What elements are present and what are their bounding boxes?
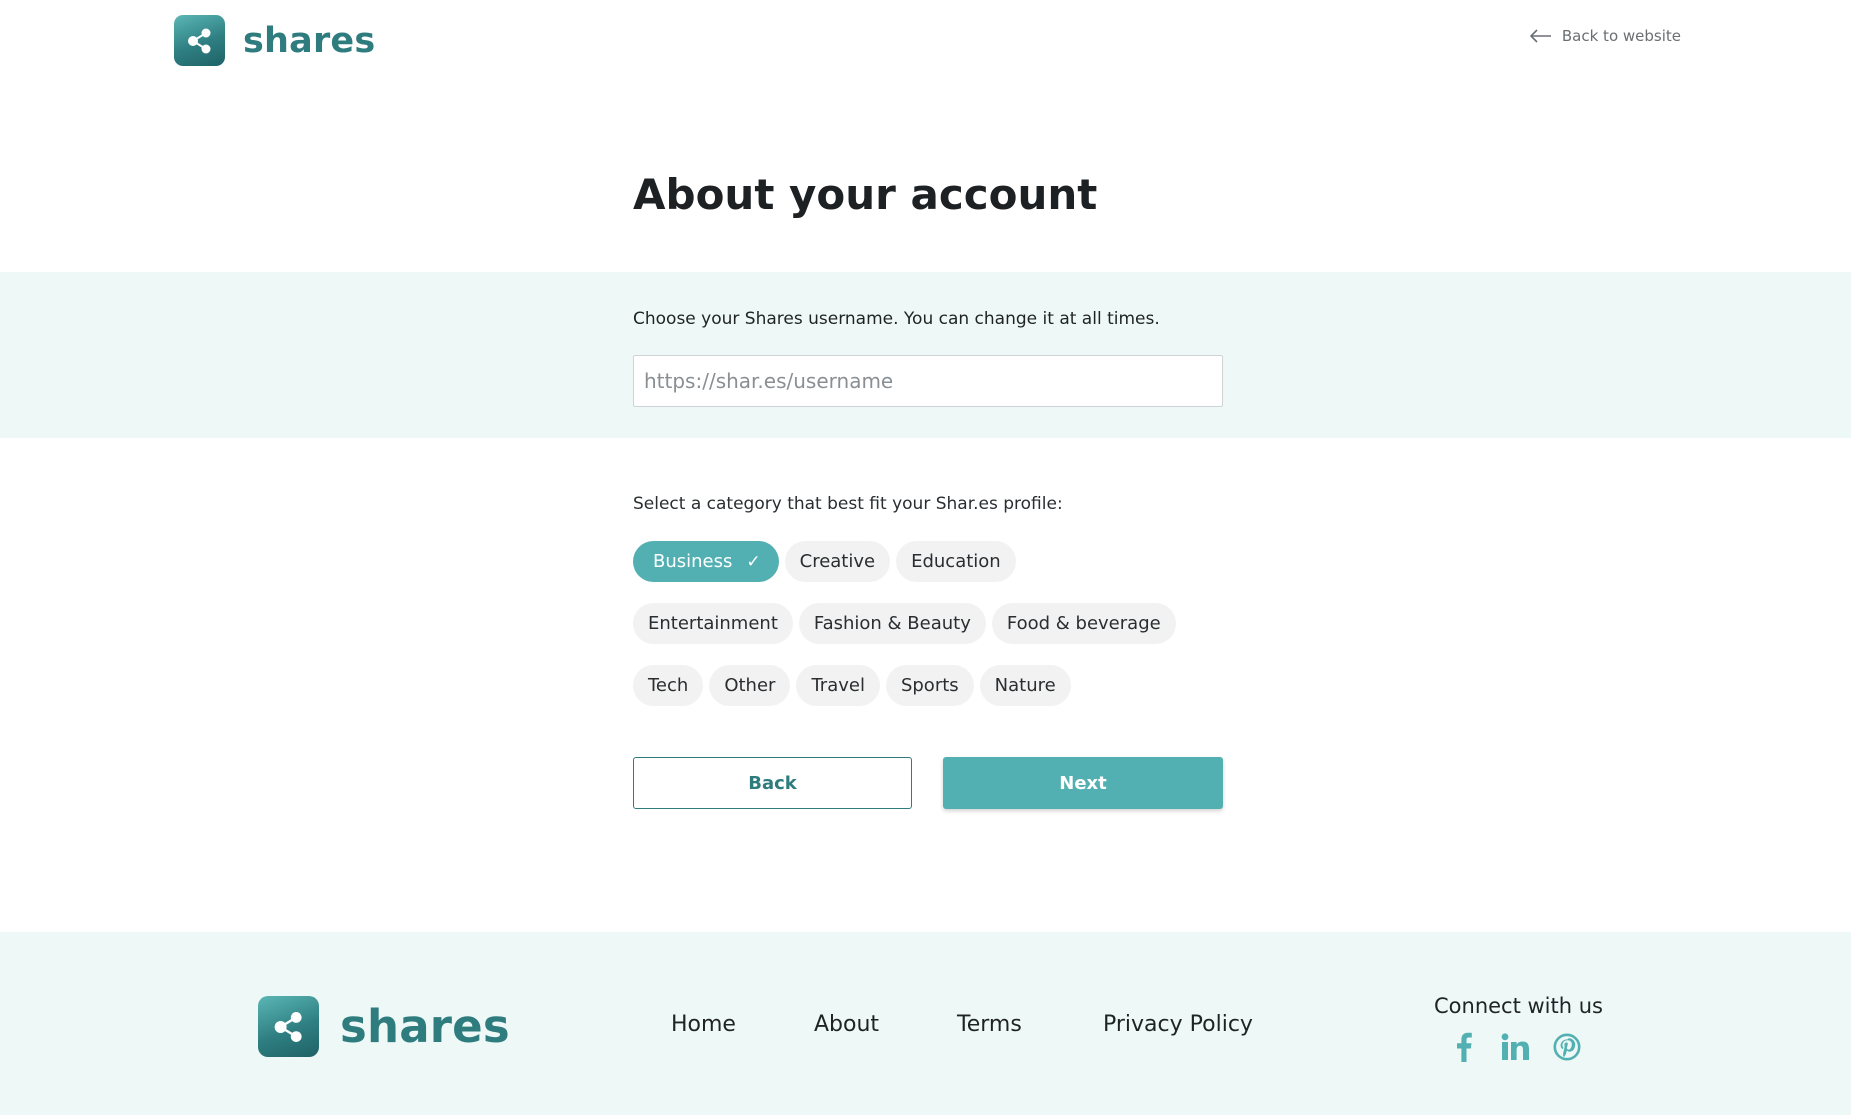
footer-link-home[interactable]: Home (671, 1012, 736, 1037)
category-chips: Business ✓ Creative Education Entertainm… (633, 541, 1233, 727)
chip-label: Creative (799, 551, 876, 572)
next-button[interactable]: Next (943, 757, 1223, 809)
brand-logo[interactable]: shares (174, 15, 375, 66)
share-logo-icon (258, 996, 319, 1057)
chip-label: Business (653, 551, 733, 572)
chip-food-beverage[interactable]: Food & beverage (991, 603, 1176, 644)
category-label: Select a category that best fit your Sha… (633, 494, 1063, 514)
chip-label: Food & beverage (1006, 613, 1161, 634)
checkmark-icon: ✓ (746, 551, 761, 572)
chip-entertainment[interactable]: Entertainment (633, 603, 793, 644)
chip-sports[interactable]: Sports (885, 665, 974, 706)
site-footer: shares Home About Terms Privacy Policy C… (0, 932, 1851, 1115)
username-label: Choose your Shares username. You can cha… (633, 309, 1160, 329)
share-logo-icon (174, 15, 225, 66)
chip-business[interactable]: Business ✓ (633, 541, 779, 582)
footer-link-privacy-policy[interactable]: Privacy Policy (1103, 1012, 1253, 1037)
username-input[interactable] (633, 355, 1223, 407)
chip-label: Entertainment (648, 613, 778, 634)
chip-row: Tech Other Travel Sports Nature (633, 665, 1233, 706)
page-title: About your account (633, 170, 1098, 219)
chip-label: Sports (900, 675, 959, 696)
facebook-icon[interactable] (1449, 1030, 1479, 1064)
chip-label: Fashion & Beauty (813, 613, 971, 634)
chip-creative[interactable]: Creative (784, 541, 891, 582)
back-to-website-link[interactable]: Back to website (1529, 27, 1681, 45)
back-button[interactable]: Back (633, 757, 912, 809)
brand-name: shares (243, 20, 376, 61)
linkedin-icon[interactable] (1500, 1030, 1530, 1064)
pinterest-icon[interactable] (1552, 1030, 1582, 1064)
footer-brand-name: shares (340, 1000, 510, 1053)
chip-label: Travel (811, 675, 865, 696)
chip-label: Tech (648, 675, 689, 696)
chip-tech[interactable]: Tech (633, 665, 704, 706)
arrow-left-icon (1529, 29, 1551, 43)
footer-link-terms[interactable]: Terms (957, 1012, 1022, 1037)
back-to-website-label: Back to website (1561, 27, 1681, 45)
chip-row: Business ✓ Creative Education (633, 541, 1233, 582)
connect-title: Connect with us (1434, 994, 1603, 1018)
chip-fashion-beauty[interactable]: Fashion & Beauty (798, 603, 986, 644)
chip-travel[interactable]: Travel (796, 665, 880, 706)
chip-label: Other (724, 675, 776, 696)
chip-row: Entertainment Fashion & Beauty Food & be… (633, 603, 1233, 644)
chip-other[interactable]: Other (709, 665, 791, 706)
footer-brand-logo[interactable]: shares (258, 996, 510, 1057)
footer-link-about[interactable]: About (814, 1012, 879, 1037)
site-header: shares Back to website (0, 0, 1851, 80)
chip-nature[interactable]: Nature (979, 665, 1071, 706)
chip-label: Nature (994, 675, 1056, 696)
chip-education[interactable]: Education (896, 541, 1016, 582)
chip-label: Education (911, 551, 1001, 572)
